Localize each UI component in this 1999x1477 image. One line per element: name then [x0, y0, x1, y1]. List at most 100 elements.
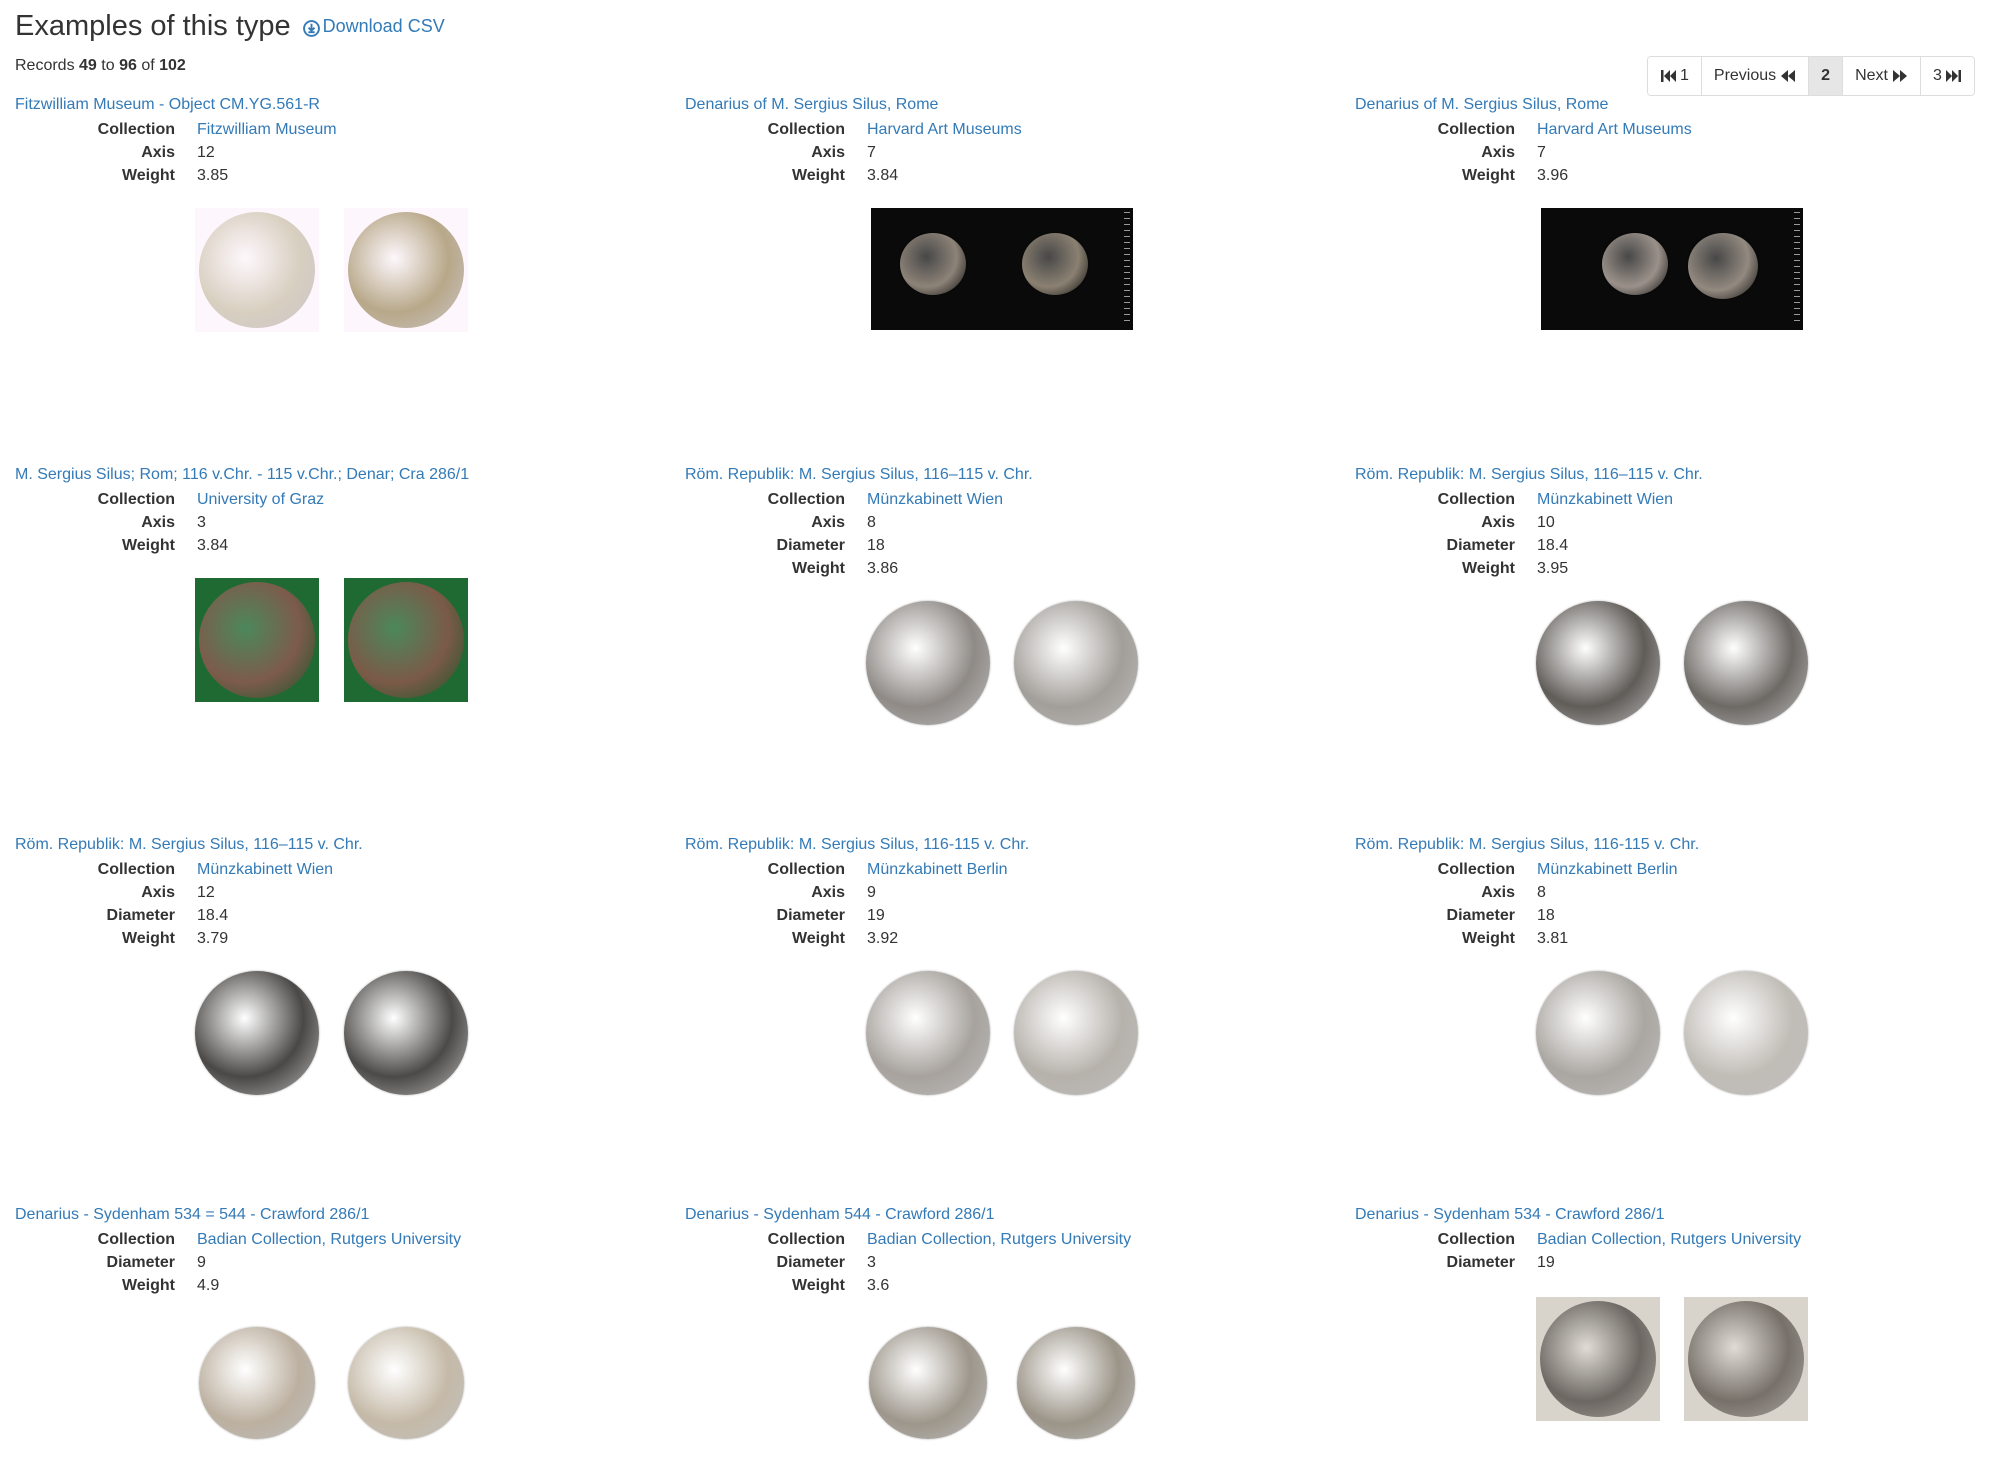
result-properties: Collection Badian Collection, Rutgers Uni…	[1355, 1228, 1999, 1274]
property-row: Weight 3.79	[15, 927, 675, 950]
coin-reverse-image[interactable]	[1022, 233, 1088, 295]
collection-link[interactable]: Münzkabinett Berlin	[867, 858, 1008, 881]
collection-link[interactable]: Harvard Art Museums	[1537, 118, 1692, 141]
property-label: Axis	[811, 514, 845, 531]
property-label: Collection	[97, 121, 175, 138]
result-title-link[interactable]: Röm. Republik: M. Sergius Silus, 116–115…	[685, 465, 1345, 485]
collection-link[interactable]: Münzkabinett Wien	[1537, 488, 1673, 511]
property-label: Collection	[767, 491, 845, 508]
property-row: Weight 3.81	[1355, 927, 1999, 950]
result-properties: Collection Münzkabinett Wien Axis 12 Diamete…	[15, 858, 675, 950]
property-row: Collection Badian Collection, Rutgers Uni…	[685, 1228, 1345, 1251]
collection-link[interactable]: Münzkabinett Berlin	[1537, 858, 1678, 881]
property-value: 10	[1537, 514, 1555, 531]
collection-link[interactable]: Münzkabinett Wien	[197, 858, 333, 881]
collection-link[interactable]: Fitzwilliam Museum	[197, 118, 337, 141]
property-label: Collection	[767, 121, 845, 138]
result-title-link[interactable]: Denarius - Sydenham 544 - Crawford 286/1	[685, 1205, 1345, 1225]
coin-obverse-image[interactable]	[195, 208, 319, 332]
collection-link[interactable]: Harvard Art Museums	[867, 118, 1022, 141]
result-card: M. Sergius Silus; Rom; 116 v.Chr. - 115 …	[15, 465, 675, 557]
coin-reverse-image[interactable]	[1014, 601, 1138, 725]
result-title-link[interactable]: Denarius of M. Sergius Silus, Rome	[685, 95, 1345, 115]
coin-shape	[199, 582, 315, 698]
coin-reverse-image[interactable]	[1684, 971, 1808, 1095]
property-row: Collection Münzkabinett Wien	[685, 488, 1345, 511]
property-row: Diameter 18	[1355, 904, 1999, 927]
result-title-link[interactable]: Denarius of M. Sergius Silus, Rome	[1355, 95, 1999, 115]
property-label: Weight	[121, 930, 175, 947]
property-label: Axis	[1481, 884, 1515, 901]
coin-obverse-image[interactable]	[866, 601, 990, 725]
coin-reverse-image[interactable]	[1017, 1327, 1135, 1439]
first-page-label: 1	[1680, 67, 1689, 84]
coin-obverse-image[interactable]	[1602, 233, 1668, 295]
coin-obverse-image[interactable]	[866, 971, 990, 1095]
result-title-link[interactable]: Röm. Republik: M. Sergius Silus, 116–115…	[1355, 465, 1999, 485]
coin-obverse-image[interactable]	[869, 1327, 987, 1439]
first-page-button[interactable]: 1	[1648, 57, 1701, 95]
coin-reverse-image[interactable]	[344, 578, 468, 702]
property-value: 3.85	[197, 167, 229, 184]
coin-shape	[348, 212, 464, 328]
result-title-link[interactable]: Röm. Republik: M. Sergius Silus, 116–115…	[15, 835, 675, 855]
coin-obverse-image[interactable]	[1536, 1297, 1660, 1421]
collection-link[interactable]: Badian Collection, Rutgers University	[197, 1228, 461, 1251]
collection-link[interactable]: Badian Collection, Rutgers University	[1537, 1228, 1801, 1251]
property-row: Diameter 19	[1355, 1251, 1999, 1274]
coin-shape	[348, 582, 464, 698]
coin-obverse-image[interactable]	[1536, 971, 1660, 1095]
coin-obverse-image[interactable]	[900, 233, 966, 295]
result-title-link[interactable]: Denarius - Sydenham 534 - Crawford 286/1	[1355, 1205, 1999, 1225]
property-row: Axis 10	[1355, 511, 1999, 534]
result-title-link[interactable]: Röm. Republik: M. Sergius Silus, 116-115…	[1355, 835, 1999, 855]
property-label: Diameter	[776, 907, 845, 924]
coin-obverse-image[interactable]	[1536, 601, 1660, 725]
result-properties: Collection Harvard Art Museums Axis 7 Weight…	[1355, 118, 1999, 187]
last-page-button[interactable]: 3	[1919, 57, 1974, 95]
property-label: Diameter	[776, 537, 845, 554]
coin-reverse-image[interactable]	[1688, 233, 1758, 299]
previous-page-button[interactable]: Previous	[1700, 57, 1809, 95]
coin-obverse-image[interactable]	[199, 1327, 315, 1439]
property-label: Axis	[1481, 514, 1515, 531]
coin-reverse-image[interactable]	[1014, 971, 1138, 1095]
coin-shape	[1688, 1301, 1804, 1417]
property-label: Axis	[141, 514, 175, 531]
property-row: Axis 7	[685, 141, 1345, 164]
result-title-link[interactable]: Fitzwilliam Museum - Object CM.YG.561-R	[15, 95, 675, 115]
coin-photo[interactable]	[1541, 208, 1803, 330]
property-value: 7	[1537, 144, 1546, 161]
coin-reverse-image[interactable]	[1684, 601, 1808, 725]
result-title-link[interactable]: Röm. Republik: M. Sergius Silus, 116-115…	[685, 835, 1345, 855]
coin-reverse-image[interactable]	[348, 1327, 464, 1439]
property-row: Collection Münzkabinett Wien	[1355, 488, 1999, 511]
collection-link[interactable]: Münzkabinett Wien	[867, 488, 1003, 511]
property-value: 3.79	[197, 930, 229, 947]
coin-obverse-image[interactable]	[195, 971, 319, 1095]
property-row: Collection Münzkabinett Berlin	[685, 858, 1345, 881]
coin-obverse-image[interactable]	[195, 578, 319, 702]
download-csv-link[interactable]: Download CSV	[302, 16, 445, 37]
next-page-button[interactable]: Next	[1842, 57, 1920, 95]
result-properties: Collection University of Graz Axis 3 Weight 3…	[15, 488, 675, 557]
collection-link[interactable]: University of Graz	[197, 488, 324, 511]
result-card: Röm. Republik: M. Sergius Silus, 116–115…	[15, 835, 675, 950]
coin-reverse-image[interactable]	[344, 971, 468, 1095]
current-page-button[interactable]: 2	[1808, 57, 1843, 95]
result-title-link[interactable]: M. Sergius Silus; Rom; 116 v.Chr. - 115 …	[15, 465, 675, 485]
coin-reverse-image[interactable]	[344, 208, 468, 332]
property-label: Collection	[1437, 491, 1515, 508]
property-label: Diameter	[776, 1254, 845, 1271]
collection-link[interactable]: Badian Collection, Rutgers University	[867, 1228, 1131, 1251]
property-value: 3.6	[867, 1277, 890, 1294]
page-title-text: Examples of this type	[15, 10, 291, 42]
coin-reverse-image[interactable]	[1684, 1297, 1808, 1421]
property-label: Collection	[97, 861, 175, 878]
property-label: Collection	[767, 1231, 845, 1248]
property-value: 8	[1537, 884, 1546, 901]
result-title-link[interactable]: Denarius - Sydenham 534 = 544 - Crawford…	[15, 1205, 675, 1225]
property-row: Collection Fitzwilliam Museum	[15, 118, 675, 141]
property-row: Collection Münzkabinett Wien	[15, 858, 675, 881]
property-row: Axis 12	[15, 881, 675, 904]
